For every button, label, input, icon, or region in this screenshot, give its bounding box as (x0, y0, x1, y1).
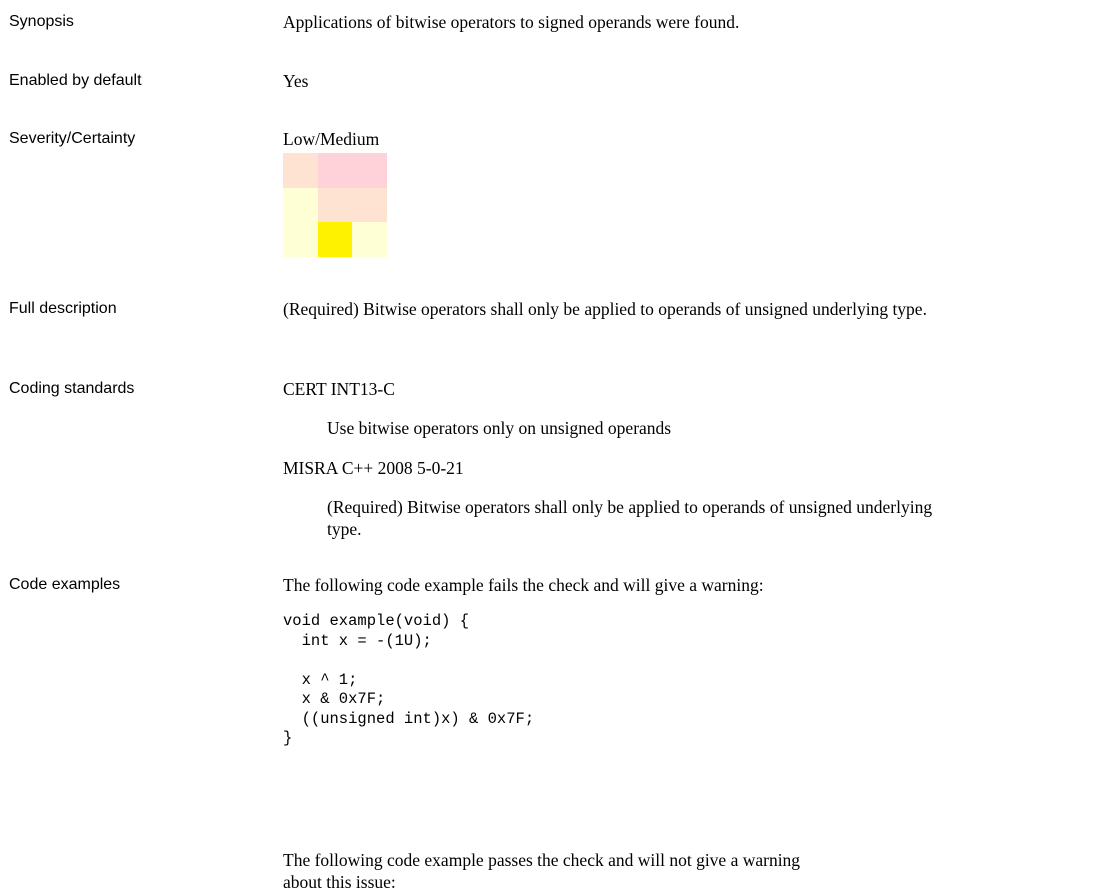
severity-label: Severity/Certainty (9, 130, 136, 147)
full-description-text: (Required) Bitwise operators shall only … (283, 299, 927, 319)
pass-example-intro: The following code example passes the ch… (283, 850, 801, 892)
severity-grid-cell (283, 222, 318, 257)
code-line: ((unsigned int)x) & 0x7F; (283, 709, 535, 728)
severity-grid-cell (317, 187, 353, 223)
severity-grid-cell (283, 153, 318, 188)
standard-name: CERT INT13-C (283, 379, 395, 399)
full-description-label: Full description (9, 300, 117, 317)
code-example-block: void example(void) { int x = -(1U); x ^ … (283, 612, 534, 749)
synopsis-text: Applications of bitwise operators to sig… (283, 12, 740, 32)
code-line: } (283, 729, 293, 747)
severity-grid-cell (317, 222, 353, 257)
coding-standards-label: Coding standards (9, 380, 135, 397)
code-line: x ^ 1; (283, 670, 358, 689)
severity-value: Low/Medium (283, 129, 380, 149)
standard-description: (Required) Bitwise operators shall only … (327, 497, 933, 539)
code-line: int x = -(1U); (283, 631, 432, 650)
severity-grid-cell (352, 187, 387, 223)
code-examples-label: Code examples (9, 576, 121, 593)
severity-grid-cell (317, 153, 353, 188)
fail-example-intro: The following code example fails the che… (283, 575, 764, 595)
severity-certainty-grid (283, 153, 387, 257)
synopsis-label: Synopsis (9, 13, 74, 30)
severity-grid-cell (283, 187, 318, 223)
code-line: x & 0x7F; (283, 690, 386, 708)
enabled-value: Yes (283, 71, 309, 91)
severity-grid-cell (352, 222, 387, 257)
standard-name: MISRA C++ 2008 5-0-21 (283, 458, 464, 478)
standard-description: Use bitwise operators only on unsigned o… (327, 418, 672, 438)
severity-grid-cell (352, 153, 387, 188)
code-line: void example(void) { (283, 612, 470, 630)
enabled-label: Enabled by default (9, 72, 142, 89)
